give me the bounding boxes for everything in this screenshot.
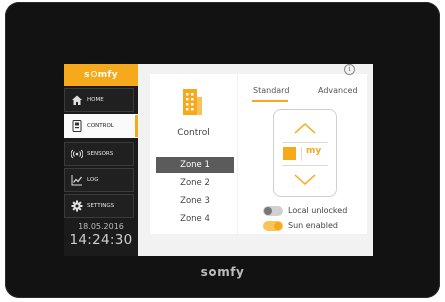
up-arrow-icon[interactable] [294,122,316,134]
local-unlocked-label: Local unlocked [288,206,348,215]
sidebar-item-label: SENSORS [87,151,114,157]
sidebar-item-label: LOG [87,177,99,183]
sidebar-item-label: HOME [87,97,104,103]
local-unlocked-toggle[interactable] [263,206,283,216]
stop-button[interactable] [283,147,296,160]
sidebar-item-control[interactable]: CONTROL [64,114,138,138]
info-icon[interactable]: i [344,64,355,75]
brand-logo: s mfy [64,64,138,86]
footer-logo: s mfy [200,265,245,279]
sun-enabled-toggle[interactable] [263,221,283,231]
control-panel: Control [150,74,237,234]
tab-standard[interactable]: Standard [253,86,289,95]
sidebar-item-settings[interactable]: SETTINGS [64,194,134,218]
zone-item-3[interactable]: Zone 3 [156,193,234,209]
zone-item-2[interactable]: Zone 2 [156,175,234,191]
remote-divider [282,165,328,166]
gear-icon [71,200,83,212]
sidebar-item-label: SETTINGS [87,203,115,209]
my-button[interactable]: my [306,146,321,156]
remote-control: my [273,109,337,197]
sidebar-item-home[interactable]: HOME [64,88,134,112]
down-arrow-icon[interactable] [294,174,316,186]
toggle-knob [264,207,272,215]
sensor-icon [71,149,83,159]
sidebar: s mfy HOME CONTROL SENSORS LOG SETTINGS … [64,64,138,256]
remote-divider [282,142,328,143]
zone-item-1[interactable]: Zone 1 [156,157,234,173]
chart-icon [71,175,82,186]
sun-enabled-label: Sun enabled [288,221,338,230]
sidebar-item-label: CONTROL [87,123,114,129]
touch-screen: s mfy HOME CONTROL SENSORS LOG SETTINGS … [64,64,373,256]
date-display: 18.05.2016 [78,222,124,231]
sidebar-item-sensors[interactable]: SENSORS [64,142,134,166]
tab-advanced[interactable]: Advanced [318,86,358,95]
remote-separator [301,147,302,161]
control-title: Control [177,128,210,138]
zone-item-4[interactable]: Zone 4 [156,211,234,227]
home-icon [72,95,82,105]
building-icon [183,89,202,115]
toggle-knob [274,222,282,230]
remote-icon [72,120,82,132]
time-display: 14:24:30 [69,232,133,248]
active-tab-indicator [252,100,288,102]
sidebar-item-log[interactable]: LOG [64,168,134,192]
